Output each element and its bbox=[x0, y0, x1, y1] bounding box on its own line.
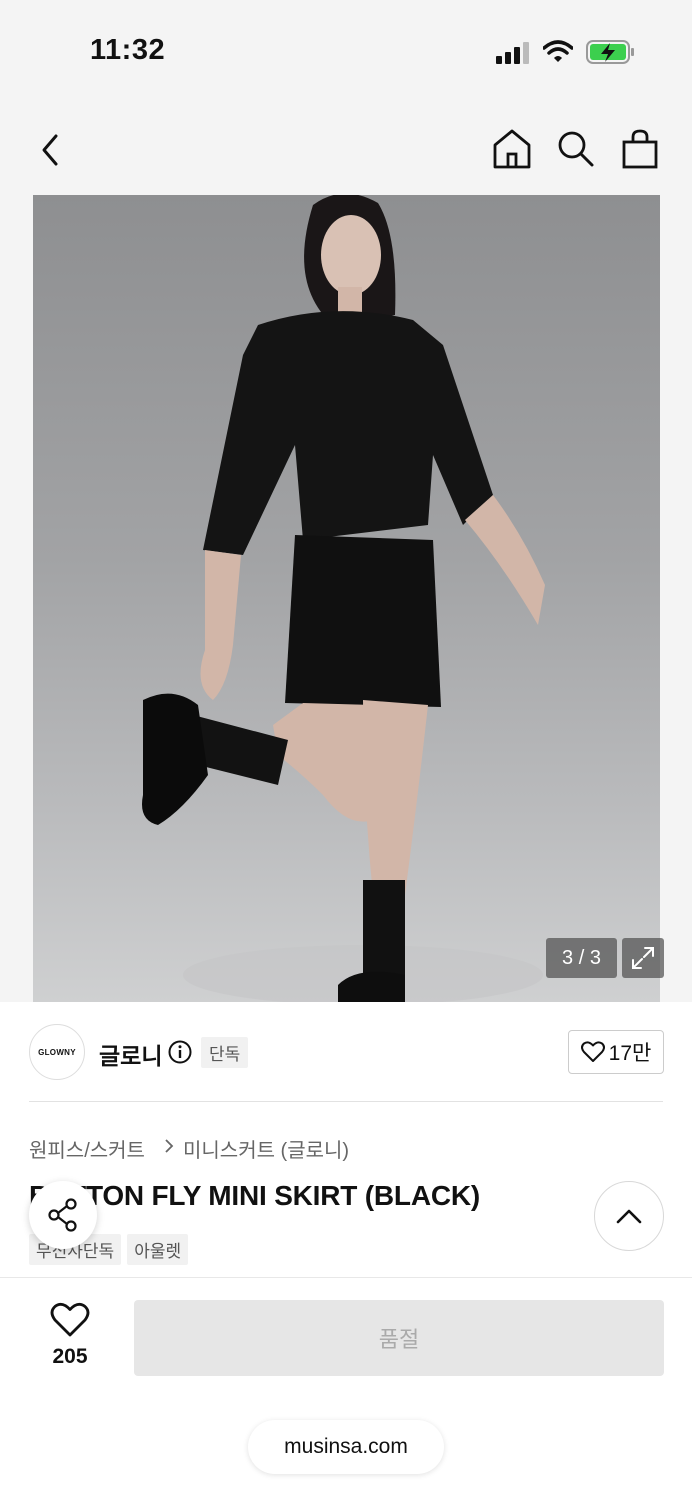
expand-icon bbox=[632, 947, 654, 969]
info-icon[interactable] bbox=[168, 1040, 192, 1064]
search-icon[interactable] bbox=[556, 129, 596, 169]
breadcrumb-subcategory[interactable]: 미니스커트 (글로니) bbox=[183, 1134, 349, 1163]
brand-logo-text: GLOWNY bbox=[38, 1047, 76, 1057]
chevron-right-icon bbox=[165, 1139, 174, 1153]
home-icon[interactable] bbox=[492, 128, 532, 170]
heart-icon[interactable] bbox=[50, 1302, 90, 1338]
like-count: 205 bbox=[52, 1345, 88, 1368]
tag-outlet: 아울렛 bbox=[127, 1234, 189, 1265]
expand-button[interactable] bbox=[622, 938, 664, 978]
battery-charging-icon bbox=[586, 40, 634, 64]
cellular-signal-icon bbox=[496, 42, 529, 64]
exclusive-badge: 단독 bbox=[201, 1037, 249, 1068]
share-button[interactable] bbox=[29, 1181, 97, 1249]
product-photo[interactable] bbox=[33, 195, 660, 1002]
brand-logo[interactable]: GLOWNY bbox=[29, 1024, 85, 1080]
browser-url-pill[interactable]: musinsa.com bbox=[248, 1420, 444, 1474]
shopping-bag-icon[interactable] bbox=[620, 128, 660, 170]
product-title: BUTTON FLY MINI SKIRT (BLACK) bbox=[29, 1180, 481, 1211]
breadcrumb-category[interactable]: 원피스/스커트 bbox=[29, 1134, 145, 1163]
brand-name[interactable]: 글로니 bbox=[99, 1037, 162, 1071]
image-counter: 3 / 3 bbox=[546, 938, 617, 978]
share-icon bbox=[48, 1198, 77, 1232]
sold-out-button[interactable]: 품절 bbox=[134, 1300, 664, 1376]
wifi-icon bbox=[543, 40, 573, 62]
chevron-up-icon bbox=[616, 1209, 642, 1224]
scroll-top-button[interactable] bbox=[594, 1181, 664, 1251]
brand-like-count: 17만 bbox=[608, 1042, 652, 1065]
back-arrow-icon[interactable] bbox=[36, 130, 68, 170]
heart-outline-icon bbox=[580, 1041, 605, 1062]
divider bbox=[29, 1101, 663, 1102]
brand-like-button[interactable]: 17만 bbox=[568, 1030, 664, 1074]
status-time: 11:32 bbox=[90, 34, 166, 66]
model-illustration bbox=[142, 195, 545, 1002]
